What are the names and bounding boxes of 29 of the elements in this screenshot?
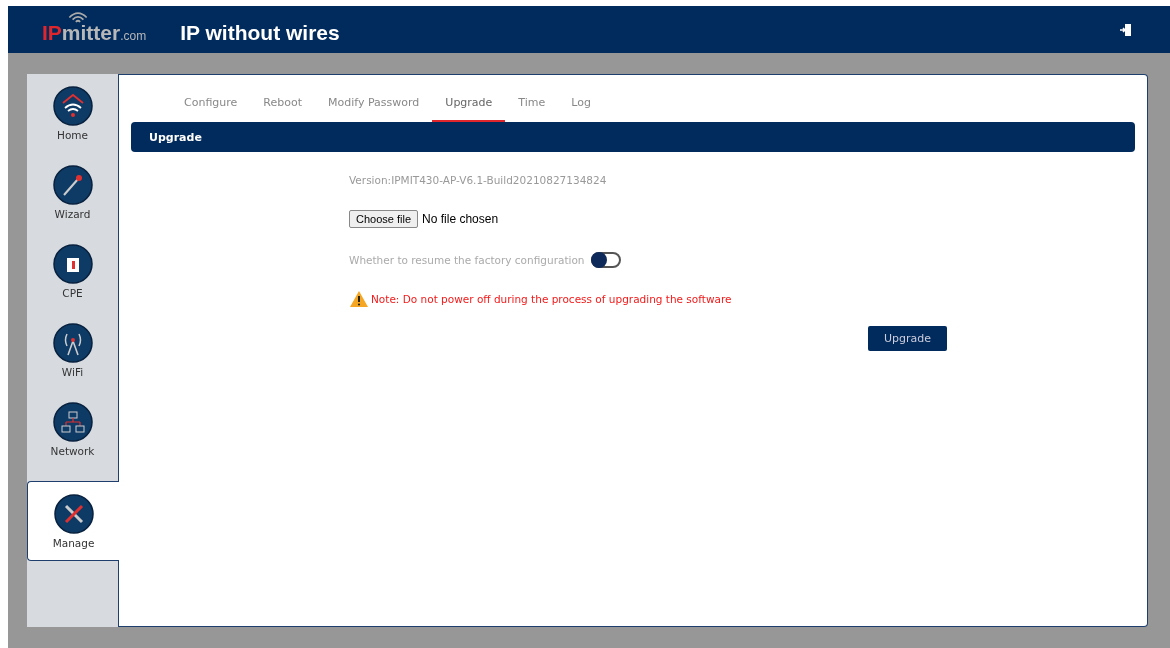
tab[interactable]: Time [505,87,559,122]
upgrade-button[interactable]: Upgrade [867,326,947,351]
choose-file-button[interactable]: Choose file [349,210,419,228]
antenna-icon [52,323,93,363]
logout-icon[interactable] [1120,22,1132,37]
network-icon [52,402,93,442]
version-text: Version:IPMIT430-AP-V6.1-Build20210827134824 [349,174,608,186]
logo: IPmitter.com [42,11,147,48]
cpe-logo-icon [52,244,93,284]
tab[interactable]: Configure [171,87,251,122]
sidebar-item[interactable]: WiFi [27,323,118,402]
magic-wand-icon [52,165,93,205]
factory-reset-label: Whether to resume the factory configuration [349,254,585,266]
tab[interactable]: Reboot [250,87,315,122]
warning-note: Note: Do not power off during the process of upgrading the software [371,293,732,305]
file-status: No file chosen [422,212,499,226]
sidebar-item[interactable]: Wizard [27,165,118,244]
tab[interactable]: Log [558,87,604,122]
tools-icon [53,494,94,534]
tagline: IP without wires [180,19,340,45]
sidebar-item[interactable]: CPE [27,244,118,323]
factory-reset-toggle[interactable] [590,252,621,268]
section-title: Upgrade [149,130,202,144]
tab[interactable]: Modify Password [315,87,433,122]
sidebar-item[interactable]: Home [27,86,118,165]
sidebar-item[interactable]: Manage [27,481,119,561]
home-wifi-icon [52,86,93,126]
sidebar-item[interactable]: Network [27,402,118,481]
warning-icon [349,290,369,308]
